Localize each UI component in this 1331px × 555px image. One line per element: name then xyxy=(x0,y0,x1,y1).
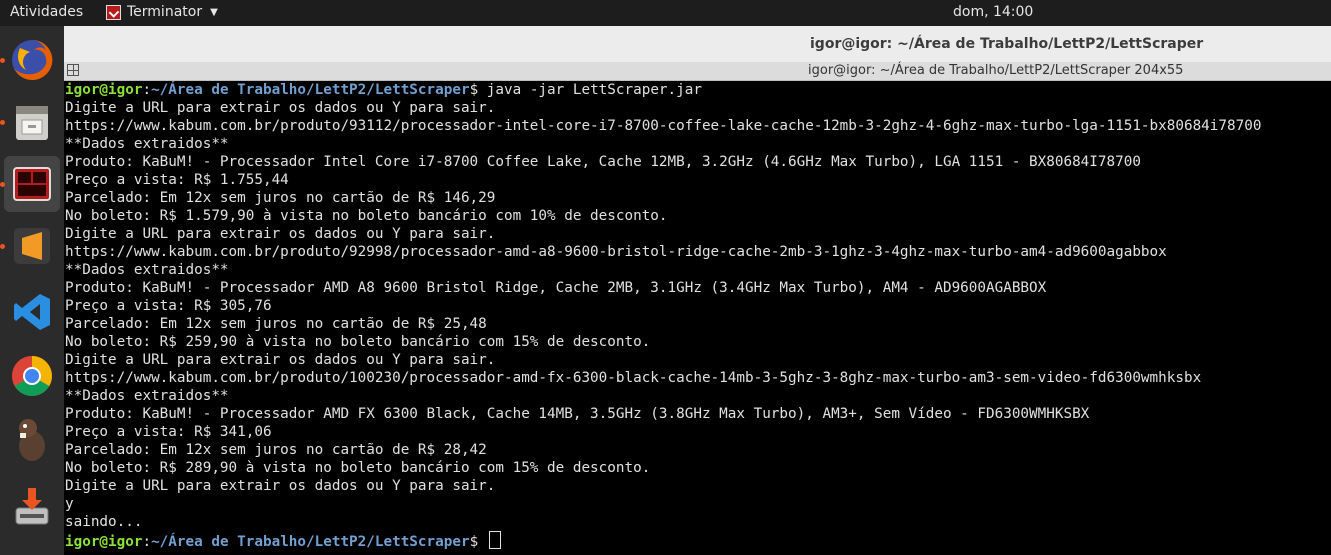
output-line: **Dados extraidos** xyxy=(65,136,229,152)
terminal-tab-bar[interactable]: igor@igor: ~/Área de Trabalho/LettP2/Let… xyxy=(64,62,1331,81)
dock-item-sublime-text[interactable] xyxy=(4,218,60,274)
vscode-icon xyxy=(14,294,50,330)
output-line: https://www.kabum.com.br/produto/100230/… xyxy=(65,370,1202,386)
output-line: No boleto: R$ 259,90 à vista no boleto b… xyxy=(65,334,651,350)
output-line: https://www.kabum.com.br/produto/92998/p… xyxy=(65,244,1167,260)
running-indicator xyxy=(0,244,5,249)
dock-item-files[interactable] xyxy=(4,94,60,150)
output-line: Parcelado: Em 12x sem juros no cartão de… xyxy=(65,190,496,206)
output-line: Preço a vista: R$ 341,06 xyxy=(65,424,272,440)
dock-item-chrome[interactable] xyxy=(4,348,60,404)
output-line: Digite a URL para extrair os dados ou Y … xyxy=(65,100,496,116)
output-line: Preço a vista: R$ 1.755,44 xyxy=(65,172,289,188)
terminator-app-icon xyxy=(106,4,121,20)
running-indicator xyxy=(0,120,5,125)
beaver-icon xyxy=(19,419,45,461)
prompt-symbol: $ xyxy=(469,82,479,98)
dock xyxy=(0,26,64,555)
output-line: Digite a URL para extrair os dados ou Y … xyxy=(65,226,496,242)
prompt-line: igor@igor:~/Área de Trabalho/LettP2/Lett… xyxy=(65,81,1331,99)
files-icon xyxy=(16,106,48,140)
output-line: No boleto: R$ 289,90 à vista no boleto b… xyxy=(65,460,651,476)
output-line: **Dados extraidos** xyxy=(65,388,229,404)
prompt-path: ~/Área de Trabalho/LettP2/LettScraper xyxy=(151,534,470,550)
chrome-icon xyxy=(12,356,52,396)
terminator-icon xyxy=(13,167,51,201)
caret-down-icon: ▼ xyxy=(210,6,218,18)
prompt-separator: : xyxy=(142,534,152,550)
output-line: Parcelado: Em 12x sem juros no cartão de… xyxy=(65,442,487,458)
activities-button[interactable]: Atividades xyxy=(10,4,83,20)
dock-item-beaver[interactable] xyxy=(4,412,60,468)
terminal-title: igor@igor: ~/Área de Trabalho/LettP2/Let… xyxy=(808,63,1184,78)
text-cursor xyxy=(488,531,501,549)
terminal-output[interactable]: igor@igor:~/Área de Trabalho/LettP2/Lett… xyxy=(65,81,1331,555)
installer-icon xyxy=(15,488,49,525)
dock-item-installer[interactable] xyxy=(4,478,60,534)
window-titlebar[interactable]: igor@igor: ~/Área de Trabalho/LettP2/Let… xyxy=(64,26,1331,62)
output-line: Parcelado: Em 12x sem juros no cartão de… xyxy=(65,316,487,332)
window-title: igor@igor: ~/Área de Trabalho/LettP2/Let… xyxy=(810,36,1204,52)
prompt-symbol: $ xyxy=(469,534,479,550)
output-line: https://www.kabum.com.br/produto/93112/p… xyxy=(65,118,1262,134)
running-indicator xyxy=(0,182,5,187)
dock-item-terminator[interactable] xyxy=(4,156,60,212)
output-line: Produto: KaBuM! - Processador AMD A8 960… xyxy=(65,280,1047,296)
sublime-text-icon xyxy=(14,228,50,264)
clock[interactable]: dom, 14:00 xyxy=(953,4,1033,20)
output-line: Digite a URL para extrair os dados ou Y … xyxy=(65,478,496,494)
top-bar: Atividades Terminator ▼ dom, 14:00 xyxy=(0,0,1331,26)
output-line: Digite a URL para extrair os dados ou Y … xyxy=(65,352,496,368)
dock-item-firefox[interactable] xyxy=(4,32,60,88)
output-line: Produto: KaBuM! - Processador AMD FX 630… xyxy=(65,406,1090,422)
output-line: saindo... xyxy=(65,514,143,530)
output-lines: Digite a URL para extrair os dados ou Y … xyxy=(65,99,1331,531)
firefox-icon xyxy=(12,39,53,80)
app-menu-label: Terminator xyxy=(127,4,203,20)
grid-icon[interactable] xyxy=(67,64,79,76)
terminal-window: igor@igor: ~/Área de Trabalho/LettP2/Let… xyxy=(64,26,1331,555)
output-line: **Dados extraidos** xyxy=(65,262,229,278)
dock-item-vscode[interactable] xyxy=(4,284,60,340)
output-line: Preço a vista: R$ 305,76 xyxy=(65,298,272,314)
running-indicator xyxy=(0,58,5,63)
app-menu[interactable]: Terminator ▼ xyxy=(106,4,218,20)
prompt-user: igor@igor xyxy=(65,82,143,98)
prompt-separator: : xyxy=(142,82,152,98)
prompt-line: igor@igor:~/Área de Trabalho/LettP2/Lett… xyxy=(65,531,1331,550)
output-line: y xyxy=(65,496,74,512)
command-text: java -jar LettScraper.jar xyxy=(478,82,702,98)
prompt-path: ~/Área de Trabalho/LettP2/LettScraper xyxy=(151,82,470,98)
output-line: No boleto: R$ 1.579,90 à vista no boleto… xyxy=(65,208,668,224)
output-line: Produto: KaBuM! - Processador Intel Core… xyxy=(65,154,1141,170)
prompt-user: igor@igor xyxy=(65,534,143,550)
